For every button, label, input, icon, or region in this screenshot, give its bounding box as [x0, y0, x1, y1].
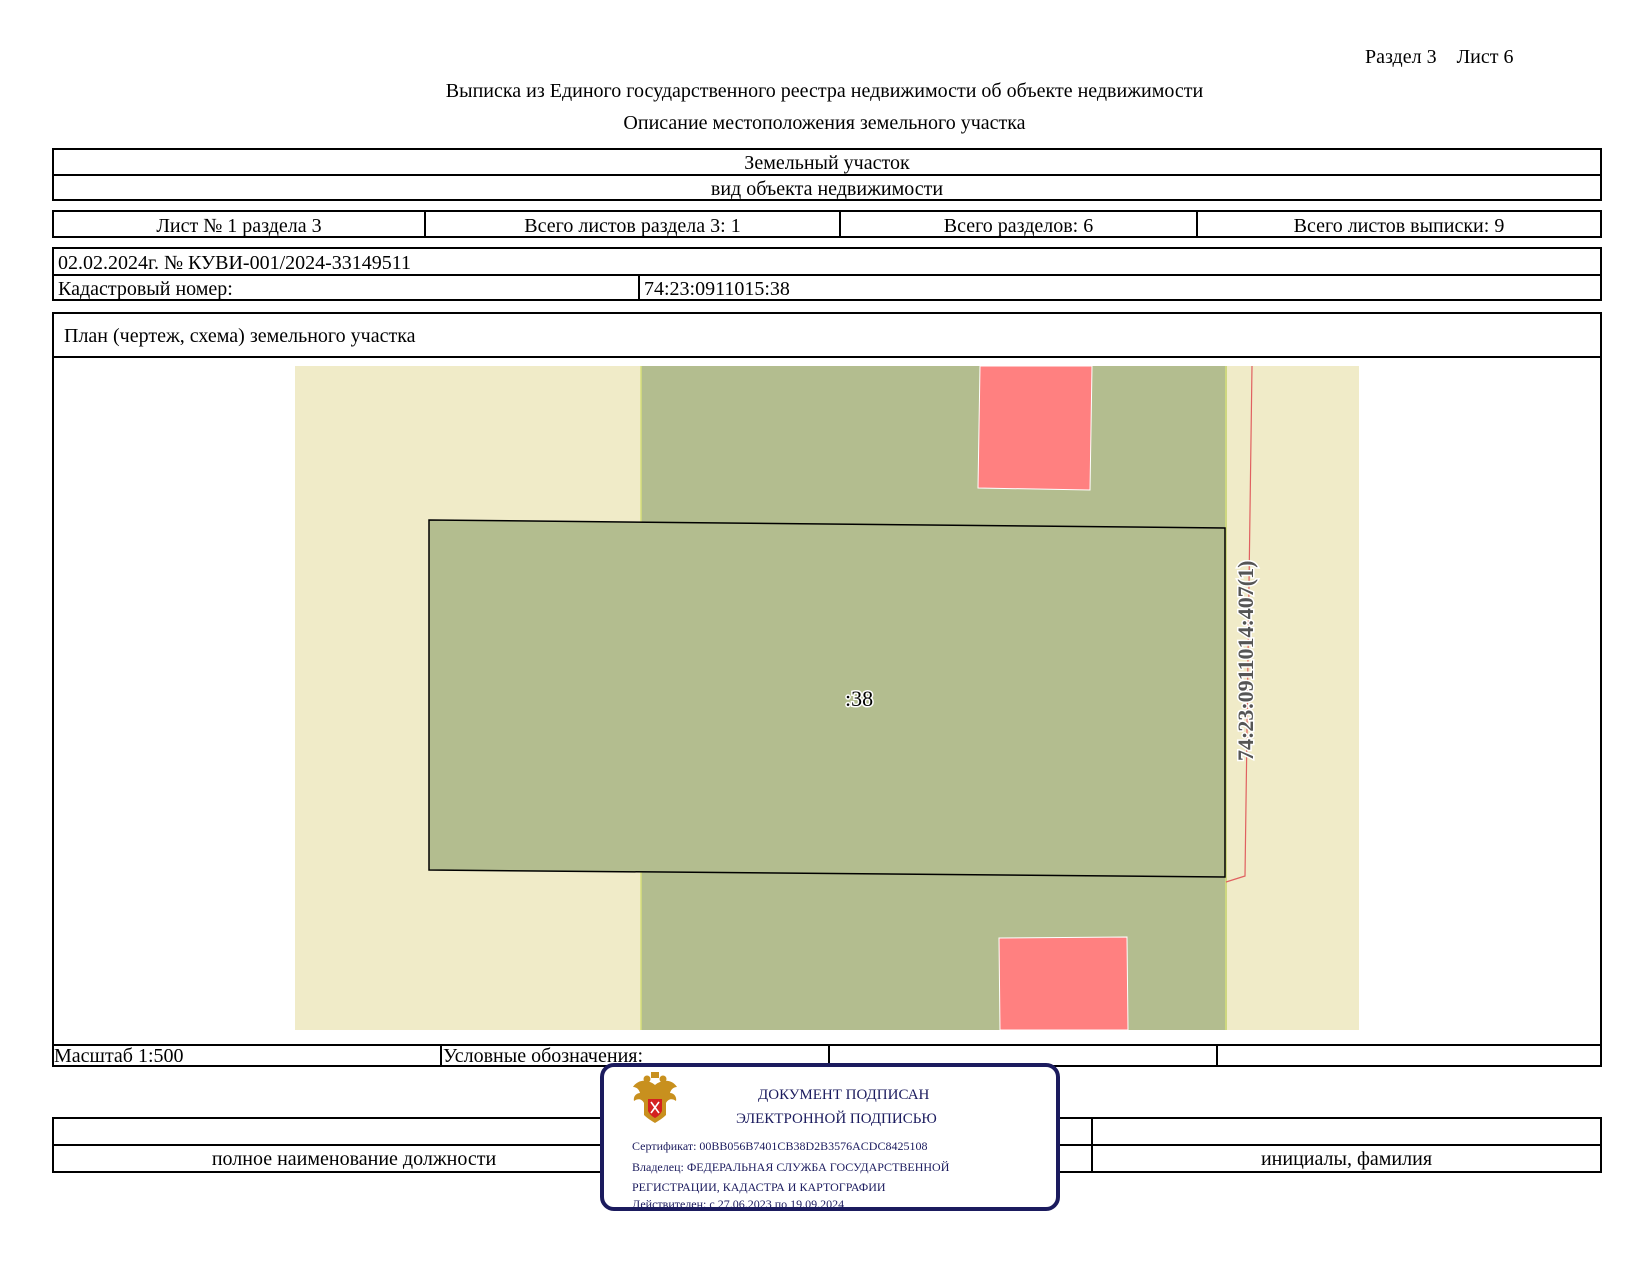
record-date-number: 02.02.2024г. № КУВИ-001/2024-33149511 [58, 252, 412, 274]
land-plot-plan: :38 74:23:0911014:407(1) [295, 366, 1359, 1030]
stamp-owner-line2: РЕГИСТРАЦИИ, КАДАСТРА И КАРТОГРАФИИ [632, 1180, 886, 1194]
position-caption: полное наименование должности [211, 1148, 497, 1170]
stamp-certificate: Сертификат: 00BB056B7401CB38D2B3576ACDC8… [632, 1139, 928, 1153]
object-kind-caption: вид объекта недвижимости [710, 178, 944, 200]
cadastral-label: Кадастровый номер: [58, 278, 233, 300]
building-top [977, 366, 1093, 491]
object-kind-value: Земельный участок [744, 152, 910, 174]
building-bottom [998, 936, 1129, 1030]
stamp-line2: ЭЛЕКТРОННОЙ ПОДПИСЬЮ [736, 1111, 937, 1127]
stamp-line1: ДОКУМЕНТ ПОДПИСАН [758, 1087, 930, 1103]
document-title: Выписка из Единого государственного реес… [445, 80, 1204, 102]
section-number: Раздел 3 [1365, 46, 1437, 68]
plan-heading: План (чертеж, схема) земельного участка [64, 325, 416, 347]
total-extract-sheets: Всего листов выписки: 9 [1293, 215, 1505, 237]
total-sections: Всего разделов: 6 [943, 215, 1094, 237]
sheets-info-row: Лист № 1 раздела 3 Всего листов раздела … [52, 210, 1602, 238]
name-caption: инициалы, фамилия [1260, 1148, 1433, 1170]
e-signature-stamp: ДОКУМЕНТ ПОДПИСАН ЭЛЕКТРОННОЙ ПОДПИСЬЮ С… [600, 1063, 1060, 1211]
total-section-sheets: Всего листов раздела 3: 1 [524, 215, 741, 237]
sheet-number: Лист 6 [1456, 46, 1514, 68]
sheet-indicator: Раздел 3 Лист 6 [1365, 46, 1513, 69]
stamp-owner-line1: Владелец: ФЕДЕРАЛЬНАЯ СЛУЖБА ГОСУДАРСТВЕ… [632, 1160, 950, 1174]
parcel-38 [428, 519, 1226, 878]
scale-label: Масштаб 1:500 [54, 1045, 184, 1067]
document-subtitle: Описание местоположения земельного участ… [623, 112, 1026, 134]
object-kind-box: Земельный участок вид объекта недвижимос… [52, 148, 1602, 201]
cadastral-value: 74:23:0911015:38 [644, 278, 790, 300]
sheet-no: Лист № 1 раздела 3 [156, 215, 322, 237]
neighbor-parcel-label: 74:23:0911014:407(1) [1233, 561, 1258, 761]
parcel-label: :38 [845, 686, 873, 711]
stamp-validity: Действителен: с 27.06.2023 по 19.09.2024 [632, 1197, 845, 1211]
double-headed-eagle-icon [633, 1072, 677, 1123]
record-box: 02.02.2024г. № КУВИ-001/2024-33149511 Ка… [52, 247, 1602, 301]
